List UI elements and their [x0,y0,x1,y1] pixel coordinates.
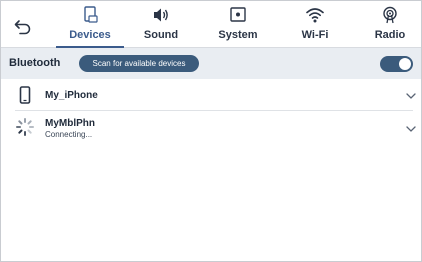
tab-devices-label: Devices [69,29,111,41]
device-row-mymblphn[interactable]: MyMblPhn Connecting... [1,111,421,147]
device-name: MyMblPhn [45,118,95,129]
toggle-knob [399,58,411,70]
device-row-my-iphone[interactable]: My_iPhone [1,80,421,110]
wifi-icon [306,8,324,23]
radio-antenna-icon [383,6,397,24]
chevron-down-icon[interactable] [405,90,417,102]
device-name: My_iPhone [45,90,98,101]
tab-devices[interactable]: Devices [56,1,124,48]
tab-system-label: System [218,29,258,41]
tab-wifi[interactable]: Wi-Fi [286,1,344,47]
system-icon [230,7,246,22]
tab-radio[interactable]: Radio [363,1,417,47]
tab-radio-label: Radio [374,29,406,41]
bluetooth-toggle[interactable] [380,56,413,72]
top-navigation-bar: Devices Sound System Wi-Fi Radio [1,1,421,48]
tab-sound[interactable]: Sound [131,1,191,47]
back-arrow-icon [14,20,31,35]
phone-device-icon [84,6,98,23]
back-button[interactable] [11,15,35,39]
tab-sound-label: Sound [143,29,179,41]
speaker-icon [154,8,168,22]
devices-settings-screen: Devices Sound System Wi-Fi Radio Bluetoo… [0,0,422,262]
bluetooth-label: Bluetooth [9,57,61,69]
device-status: Connecting... [45,130,93,139]
phone-icon [19,86,31,104]
tab-system[interactable]: System [207,1,269,47]
scan-devices-button[interactable]: Scan for available devices [79,55,199,72]
loading-spinner-icon [16,118,34,136]
tab-wifi-label: Wi-Fi [301,29,329,41]
chevron-down-icon[interactable] [405,123,417,135]
bluetooth-bar: Bluetooth Scan for available devices [1,48,421,79]
